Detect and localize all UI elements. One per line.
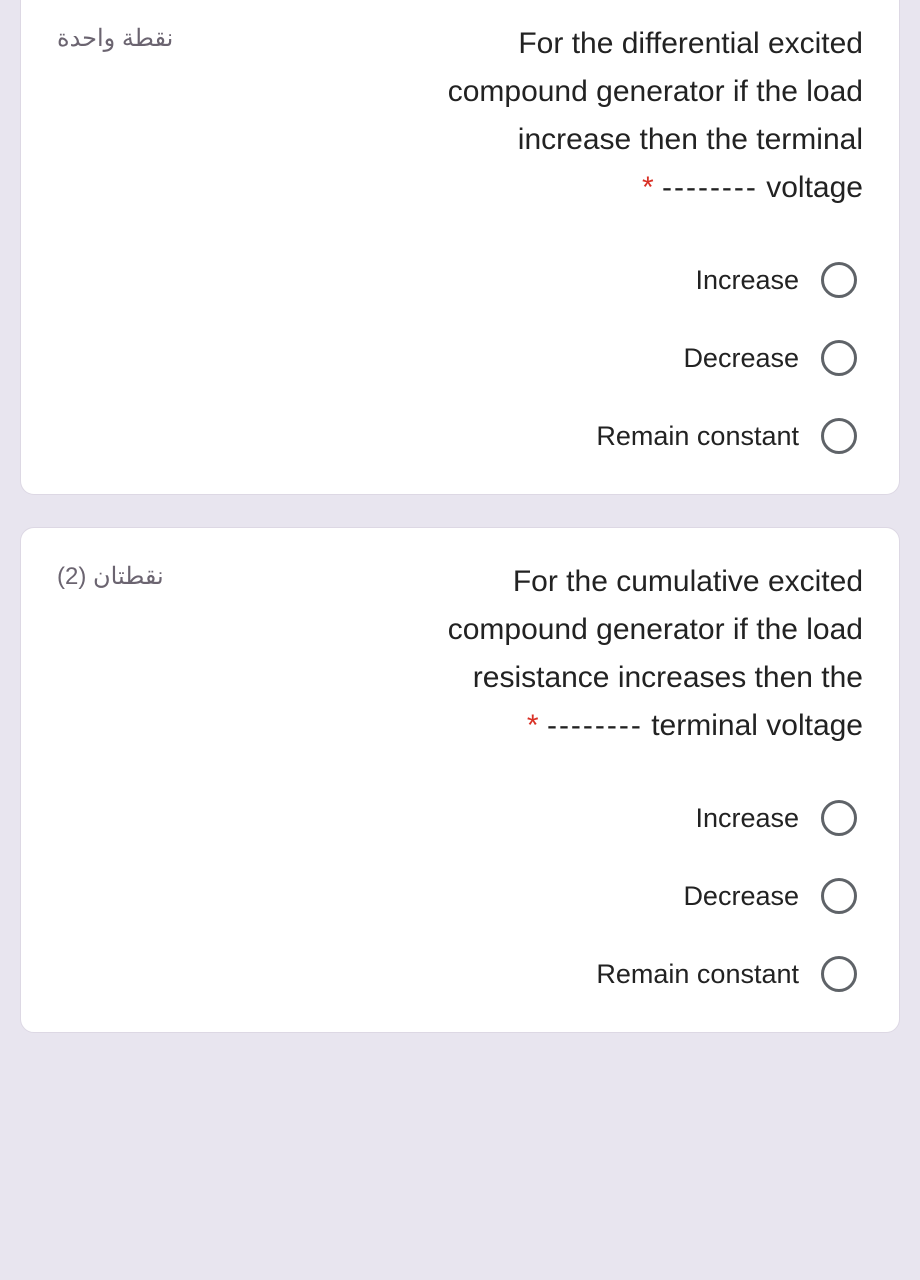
blank-dashes: -------- (547, 709, 643, 742)
radio-icon[interactable] (821, 956, 857, 992)
option-decrease[interactable]: Decrease (683, 878, 857, 914)
option-label: Remain constant (596, 421, 799, 452)
points-badge: نقطتان (2) (57, 558, 164, 591)
question-text: For the differential excited compound ge… (203, 20, 863, 212)
option-remain-constant[interactable]: Remain constant (596, 956, 857, 992)
option-label: Remain constant (596, 959, 799, 990)
question-line: For the cumulative excited (513, 565, 863, 598)
radio-icon[interactable] (821, 418, 857, 454)
option-increase[interactable]: Increase (695, 800, 857, 836)
question-header: نقطة واحدة For the differential excited … (57, 20, 863, 212)
radio-icon[interactable] (821, 878, 857, 914)
required-asterisk: * (527, 709, 539, 742)
radio-icon[interactable] (821, 262, 857, 298)
blank-dashes: -------- (662, 171, 758, 204)
points-badge: نقطة واحدة (57, 20, 173, 53)
radio-icon[interactable] (821, 340, 857, 376)
options-group: Increase Decrease Remain constant (57, 800, 863, 992)
question-card: نقطتان (2) For the cumulative excited co… (20, 527, 900, 1033)
option-label: Increase (695, 265, 799, 296)
question-line: compound generator if the load (448, 613, 863, 646)
option-decrease[interactable]: Decrease (683, 340, 857, 376)
question-line: For the differential excited (518, 27, 863, 60)
option-label: Decrease (683, 881, 799, 912)
question-line: increase then the terminal (518, 123, 863, 156)
question-line: resistance increases then the (473, 661, 863, 694)
option-label: Increase (695, 803, 799, 834)
radio-icon[interactable] (821, 800, 857, 836)
required-asterisk: * (642, 171, 654, 204)
option-label: Decrease (683, 343, 799, 374)
question-header: نقطتان (2) For the cumulative excited co… (57, 558, 863, 750)
question-line-end: terminal voltage (651, 709, 863, 742)
question-card: نقطة واحدة For the differential excited … (20, 0, 900, 495)
option-remain-constant[interactable]: Remain constant (596, 418, 857, 454)
options-group: Increase Decrease Remain constant (57, 262, 863, 454)
question-line-end: voltage (766, 171, 863, 204)
option-increase[interactable]: Increase (695, 262, 857, 298)
question-text: For the cumulative excited compound gene… (194, 558, 863, 750)
question-line: compound generator if the load (448, 75, 863, 108)
